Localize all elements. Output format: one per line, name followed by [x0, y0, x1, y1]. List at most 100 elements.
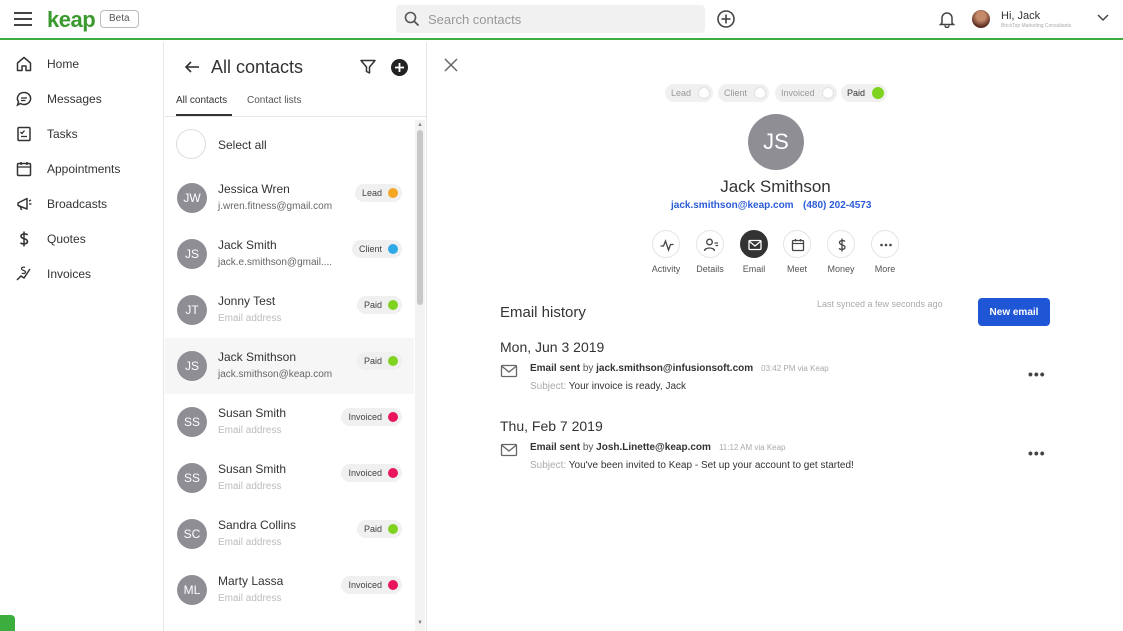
status-dot: [388, 412, 398, 422]
status-badge: Client: [351, 240, 402, 258]
contact-avatar: JS: [748, 114, 804, 170]
sidebar-item-appointments[interactable]: Appointments: [0, 154, 164, 184]
contact-email-link[interactable]: jack.smithson@keap.com: [671, 200, 794, 211]
subject-label: Subject:: [530, 460, 567, 471]
tasks-icon: [17, 126, 31, 142]
messages-icon: [16, 91, 32, 107]
sidebar-nav: Home Messages Tasks Appointments Broadca…: [0, 42, 164, 631]
sidebar-item-label: Appointments: [47, 162, 121, 176]
stage-paid[interactable]: Paid: [841, 84, 888, 102]
contact-row[interactable]: SC Sandra Collins Email address Paid: [165, 506, 414, 562]
sidebar-item-invoices[interactable]: Invoices: [0, 259, 164, 289]
search-bar[interactable]: [396, 5, 705, 33]
contact-detail: Lead Client Invoiced Paid JS Jack Smiths…: [428, 42, 1123, 631]
avatar: SS: [177, 407, 207, 437]
select-all[interactable]: Select all: [176, 128, 416, 160]
contact-row[interactable]: ML Marty Lassa Email address Invoiced: [165, 562, 414, 618]
sidebar-item-broadcasts[interactable]: Broadcasts: [0, 189, 164, 219]
status-dot: [388, 524, 398, 534]
status-label: Lead: [361, 188, 382, 198]
stage-label: Client: [724, 88, 748, 98]
sidebar-item-home[interactable]: Home: [0, 49, 164, 79]
sidebar-item-messages[interactable]: Messages: [0, 84, 164, 114]
email-entry[interactable]: Email sent by jack.smithson@infusionsoft…: [500, 363, 1052, 403]
avatar: JS: [177, 351, 207, 381]
select-all-checkbox[interactable]: [176, 129, 206, 159]
status-dot: [388, 244, 398, 254]
status-badge: Invoiced: [341, 464, 402, 482]
contact-name: Sandra Collins: [218, 518, 297, 532]
home-icon: [16, 56, 32, 72]
email-date-heading: Thu, Feb 7 2019: [500, 418, 603, 434]
user-greeting[interactable]: Hi, Jack: [1001, 10, 1040, 22]
status-label: Paid: [363, 356, 382, 366]
email-meta: 03:42 PM via Keap: [761, 364, 829, 373]
contact-email: jack.e.smithson@gmail....: [218, 257, 333, 268]
status-label: Paid: [363, 300, 382, 310]
bell-icon[interactable]: [938, 10, 956, 28]
status-badge: Paid: [356, 352, 402, 370]
email-history-title: Email history: [500, 304, 586, 321]
more-icon[interactable]: •••: [1028, 366, 1046, 382]
scroll-thumb[interactable]: [417, 130, 423, 305]
status-badge: Lead: [354, 184, 402, 202]
add-circle-icon[interactable]: [716, 9, 736, 29]
dollar-icon: [19, 231, 29, 247]
chevron-down-icon[interactable]: [1097, 13, 1109, 23]
toggle-knob: [754, 87, 767, 99]
user-org: BrickTop Marketing Consultants: [1001, 23, 1072, 29]
stage-label: Lead: [671, 88, 692, 98]
keap-logo[interactable]: keap: [47, 7, 96, 33]
sidebar-item-tasks[interactable]: Tasks: [0, 119, 164, 149]
search-input[interactable]: [428, 5, 698, 33]
scrollbar[interactable]: ▲ ▼: [415, 120, 425, 631]
menu-icon[interactable]: [14, 12, 32, 26]
sidebar-item-label: Quotes: [47, 232, 86, 246]
megaphone-icon: [17, 197, 32, 211]
scroll-down-icon[interactable]: ▼: [417, 620, 423, 626]
status-dot: [388, 580, 398, 590]
back-arrow-icon[interactable]: [183, 58, 201, 76]
status-badge: Invoiced: [341, 576, 402, 594]
scroll-up-icon[interactable]: ▲: [417, 122, 423, 128]
status-badge: Paid: [356, 296, 402, 314]
help-tab[interactable]: [0, 615, 15, 631]
stage-invoiced[interactable]: Invoiced: [775, 84, 837, 102]
contact-name: Jack Smith: [218, 238, 277, 252]
email-sent-label: Email sent: [530, 442, 581, 453]
status-label: Invoiced: [348, 580, 382, 590]
user-avatar[interactable]: [972, 10, 990, 28]
filter-icon[interactable]: [359, 58, 377, 76]
sidebar-item-label: Broadcasts: [47, 197, 108, 211]
contact-email: Email address: [218, 593, 282, 604]
contact-row[interactable]: JW Jessica Wren j.wren.fitness@gmail.com Le…: [165, 170, 414, 226]
stage-client[interactable]: Client: [718, 84, 770, 102]
stage-label: Invoiced: [781, 88, 815, 98]
contact-row[interactable]: JS Jack Smithson jack.smithson@keap.com Pai…: [165, 338, 414, 394]
sync-status: Last synced a few seconds ago: [817, 299, 943, 309]
email-meta: 11:12 AM via Keap: [718, 443, 786, 452]
email-entry[interactable]: Email sent by Josh.Linette@keap.com 11:12…: [500, 442, 1052, 482]
tab-all-contacts[interactable]: All contacts: [176, 95, 227, 106]
contact-row[interactable]: JT Jonny Test Email address Paid: [165, 282, 414, 338]
status-label: Paid: [363, 524, 382, 534]
contact-name: Jessica Wren: [218, 182, 290, 196]
contact-row[interactable]: JS Jack Smith jack.e.smithson@gmail.... Cli…: [165, 226, 414, 282]
close-icon[interactable]: [443, 57, 459, 73]
contact-name: Jack Smithson: [218, 350, 297, 364]
add-contact-icon[interactable]: [390, 58, 409, 77]
avatar: ML: [177, 575, 207, 605]
tab-contact-lists[interactable]: Contact lists: [247, 95, 301, 106]
sidebar-item-label: Messages: [47, 92, 102, 106]
contact-phone-link[interactable]: (480) 202-4573: [803, 200, 871, 211]
email-sent-label: Email sent: [530, 363, 581, 374]
contact-row[interactable]: SS Susan Smith Email address Invoiced: [165, 450, 414, 506]
sidebar-item-quotes[interactable]: Quotes: [0, 224, 164, 254]
avatar: JW: [177, 183, 207, 213]
toggle-knob: [872, 87, 885, 99]
stage-lead[interactable]: Lead: [665, 84, 714, 102]
email-by: by: [582, 363, 594, 374]
contact-row[interactable]: SS Susan Smith Email address Invoiced: [165, 394, 414, 450]
more-icon[interactable]: •••: [1028, 445, 1046, 461]
new-email-button[interactable]: New email: [978, 298, 1050, 326]
